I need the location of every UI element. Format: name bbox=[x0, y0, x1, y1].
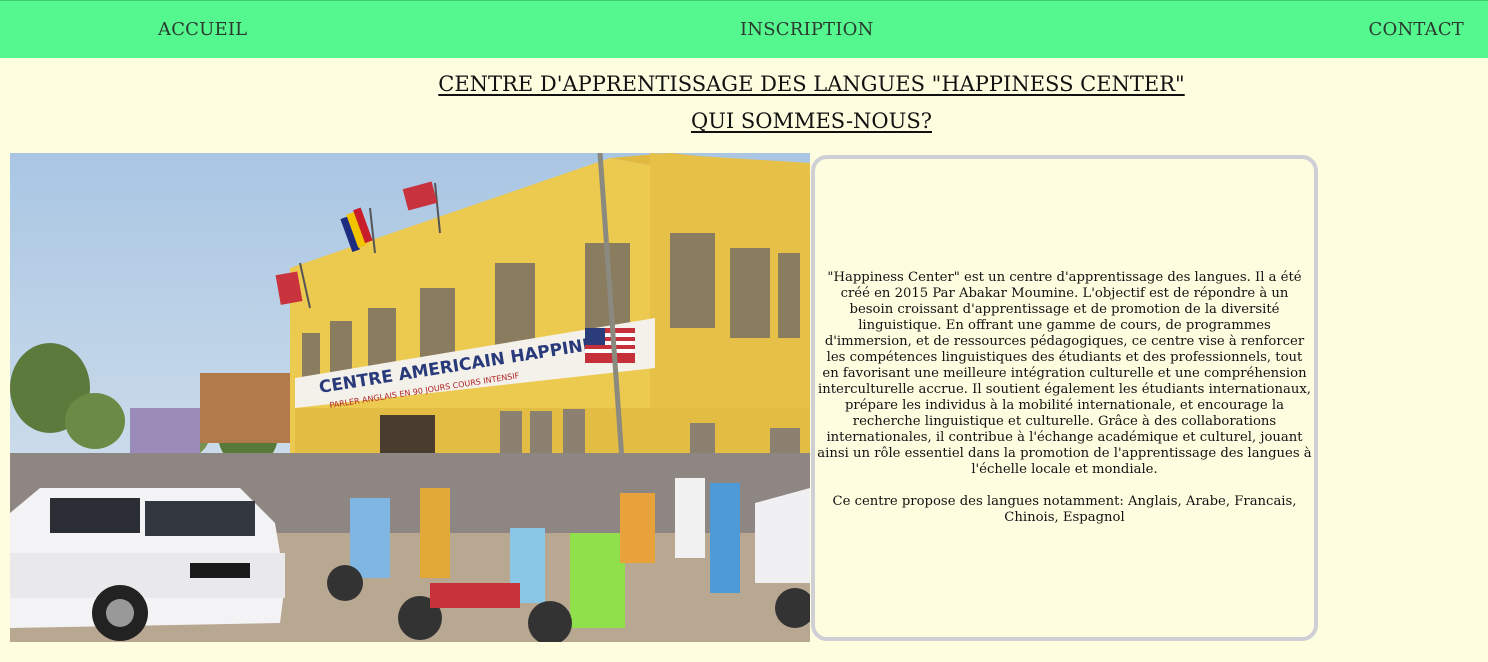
nav-link-inscription[interactable]: INSCRIPTION bbox=[740, 19, 874, 40]
section-title: QUI SOMMES-NOUS? bbox=[690, 109, 932, 133]
about-description-box: "Happiness Center" est un centre d'appre… bbox=[811, 155, 1318, 641]
page-title: CENTRE D'APPRENTISSAGE DES LANGUES "HAPP… bbox=[438, 72, 1185, 96]
top-navbar: ACCUEIL INSCRIPTION CONTACT bbox=[0, 0, 1488, 58]
about-paragraph-1: "Happiness Center" est un centre d'appre… bbox=[817, 270, 1312, 477]
center-building-photo: CENTRE AMERICAIN HAPPINESS PARLER ANGLAI… bbox=[10, 153, 810, 642]
nav-link-accueil[interactable]: ACCUEIL bbox=[158, 19, 247, 40]
nav-link-contact[interactable]: CONTACT bbox=[1369, 19, 1464, 40]
about-paragraph-languages: Ce centre propose des langues notamment:… bbox=[832, 494, 1297, 525]
